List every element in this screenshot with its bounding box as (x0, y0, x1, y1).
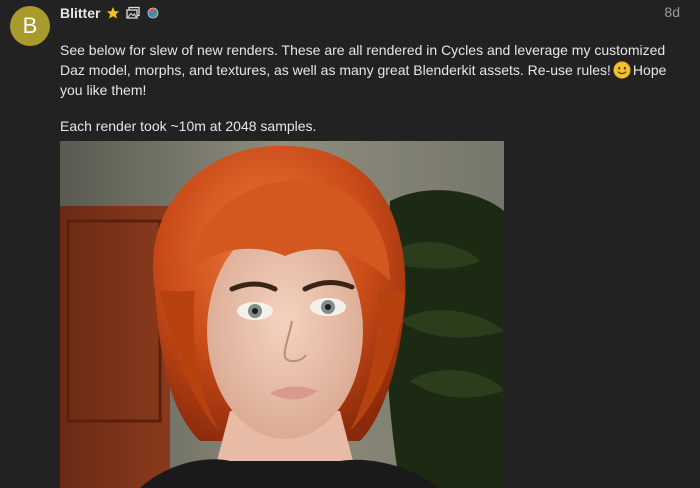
images-icon (126, 6, 141, 20)
globe-icon (146, 6, 160, 20)
post-text-part: See below for slew of new renders. These… (60, 42, 666, 78)
username[interactable]: Blitter (60, 5, 100, 21)
post-paragraph: See below for slew of new renders. These… (60, 40, 680, 100)
star-icon (106, 6, 120, 20)
slightly-smiling-face-icon (613, 61, 631, 79)
avatar[interactable]: B (10, 6, 50, 46)
post-body: See below for slew of new renders. These… (60, 40, 680, 152)
post-paragraph: Each render took ~10m at 2048 samples. (60, 116, 680, 136)
post-date[interactable]: 8d (664, 4, 680, 20)
forum-post: B Blitter 8d See below for slew of new r… (0, 0, 700, 488)
post-text-part: Each render took ~10m at 2048 samples. (60, 118, 317, 134)
post-header: Blitter (60, 4, 160, 22)
render-image[interactable] (60, 141, 504, 488)
